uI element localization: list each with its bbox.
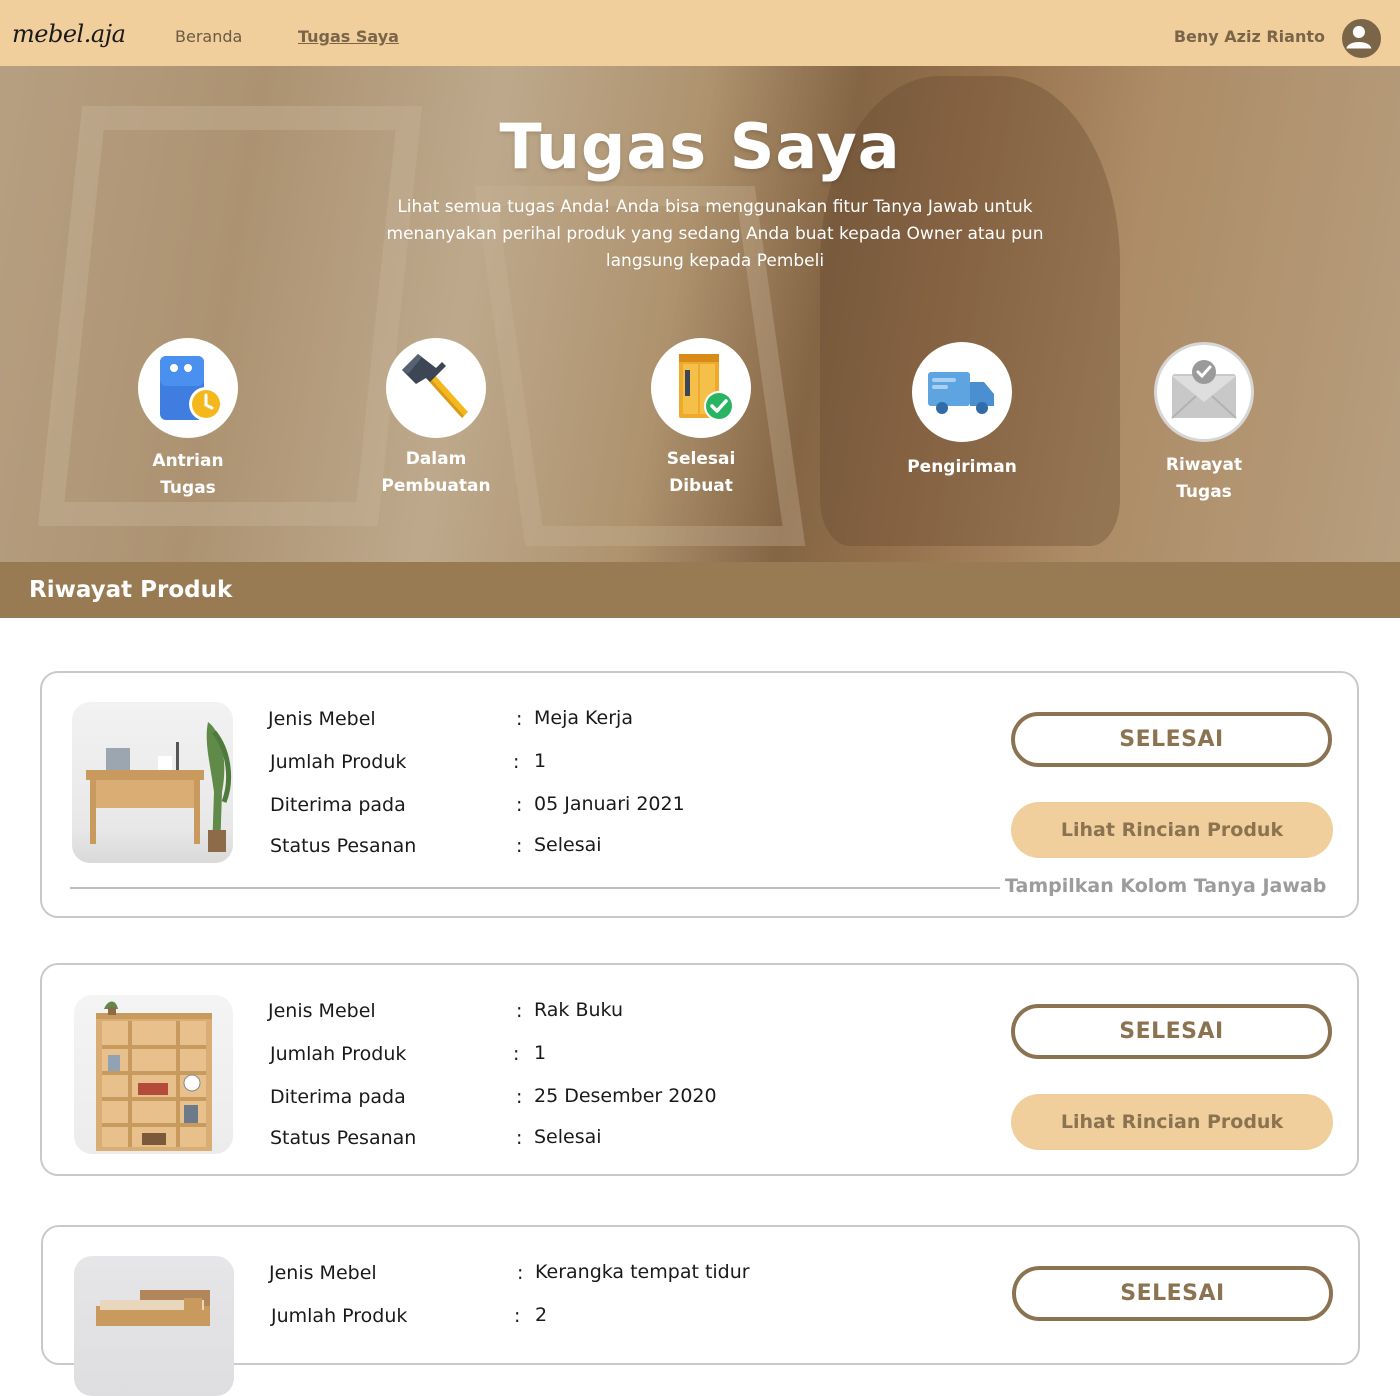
field-value-diterima: 05 Januari 2021 <box>534 793 685 815</box>
field-value-jumlah: 1 <box>534 1042 547 1064</box>
field-colon: : <box>517 1262 524 1284</box>
field-colon: : <box>513 1043 520 1065</box>
category-antrian-tugas[interactable]: Antrian Tugas <box>98 338 278 502</box>
product-card: Jenis Mebel : Rak Buku Jumlah Produk : 1… <box>40 963 1359 1176</box>
field-colon: : <box>513 751 520 773</box>
category-label: Riwayat <box>1165 455 1243 475</box>
category-selesai-dibuat[interactable]: Selesai Dibuat <box>611 338 791 500</box>
field-value-jumlah: 1 <box>534 750 547 772</box>
field-label-jenis: Jenis Mebel <box>269 1262 377 1284</box>
delivery-truck-icon <box>912 342 1012 442</box>
field-colon: : <box>514 1305 521 1327</box>
user-avatar-icon[interactable] <box>1339 16 1384 61</box>
field-colon: : <box>516 1127 523 1149</box>
category-label: Dibuat <box>669 476 733 496</box>
view-product-detail-button[interactable]: Lihat Rincian Produk <box>1011 1094 1333 1150</box>
category-dalam-pembuatan[interactable]: Dalam Pembuatan <box>346 338 526 500</box>
divider <box>70 887 1000 889</box>
field-label-jumlah: Jumlah Produk <box>270 1043 407 1065</box>
category-label: Pengiriman <box>907 457 1017 477</box>
queue-clock-icon <box>138 338 238 438</box>
hero-banner: Tugas Saya Lihat semua tugas Anda! Anda … <box>0 66 1400 562</box>
section-header: Riwayat Produk <box>0 562 1400 618</box>
category-label: Pembuatan <box>381 476 491 496</box>
section-title: Riwayat Produk <box>29 577 233 603</box>
field-colon: : <box>516 794 523 816</box>
field-label-status: Status Pesanan <box>270 835 417 857</box>
field-value-diterima: 25 Desember 2020 <box>534 1085 717 1107</box>
field-label-diterima: Diterima pada <box>270 1086 406 1108</box>
cabinet-check-icon <box>651 338 751 438</box>
category-label: Dalam <box>405 449 467 469</box>
status-button[interactable]: SELESAI <box>1011 712 1332 767</box>
status-button[interactable]: SELESAI <box>1011 1004 1332 1059</box>
field-label-diterima: Diterima pada <box>270 794 406 816</box>
status-button[interactable]: SELESAI <box>1012 1266 1333 1321</box>
user-name[interactable]: Beny Aziz Rianto <box>1174 27 1325 46</box>
field-value-jumlah: 2 <box>535 1304 548 1326</box>
field-value-status: Selesai <box>534 1126 602 1148</box>
field-value-jenis: Meja Kerja <box>534 707 633 729</box>
field-value-status: Selesai <box>534 834 602 856</box>
category-label: Selesai <box>666 449 736 469</box>
view-product-detail-button[interactable]: Lihat Rincian Produk <box>1011 802 1333 858</box>
category-label: Tugas <box>1176 482 1232 502</box>
field-label-jumlah: Jumlah Produk <box>271 1305 408 1327</box>
category-pengiriman[interactable]: Pengiriman <box>872 342 1052 481</box>
desk-image <box>72 702 233 863</box>
top-navbar: mebel.aja Beranda Tugas Saya Beny Aziz R… <box>0 0 1400 66</box>
hammer-icon <box>386 338 486 438</box>
category-label: Antrian <box>152 451 224 471</box>
product-card: Jenis Mebel : Kerangka tempat tidur Juml… <box>41 1225 1360 1396</box>
mail-check-icon <box>1154 342 1254 442</box>
field-label-jenis: Jenis Mebel <box>268 1000 376 1022</box>
field-colon: : <box>516 708 523 730</box>
show-qa-column-link[interactable]: Tampilkan Kolom Tanya Jawab <box>1005 875 1326 897</box>
nav-link-beranda[interactable]: Beranda <box>175 27 242 46</box>
category-label: Tugas <box>160 478 216 498</box>
field-value-jenis: Rak Buku <box>534 999 624 1021</box>
bed-frame-image <box>74 1256 234 1396</box>
category-riwayat-tugas[interactable]: Riwayat Tugas <box>1114 342 1294 506</box>
field-colon: : <box>516 1086 523 1108</box>
bookshelf-image <box>74 995 233 1154</box>
field-label-jumlah: Jumlah Produk <box>270 751 407 773</box>
field-colon: : <box>516 1000 523 1022</box>
product-card: Jenis Mebel : Meja Kerja Jumlah Produk :… <box>40 671 1359 918</box>
page-description: Lihat semua tugas Anda! Anda bisa menggu… <box>386 197 1044 271</box>
field-value-jenis: Kerangka tempat tidur <box>535 1261 750 1283</box>
field-label-status: Status Pesanan <box>270 1127 417 1149</box>
nav-link-tugas-saya[interactable]: Tugas Saya <box>298 27 399 46</box>
field-label-jenis: Jenis Mebel <box>268 708 376 730</box>
brand-logo[interactable]: mebel.aja <box>12 20 126 48</box>
page-title: Tugas Saya <box>499 110 901 183</box>
field-colon: : <box>516 835 523 857</box>
